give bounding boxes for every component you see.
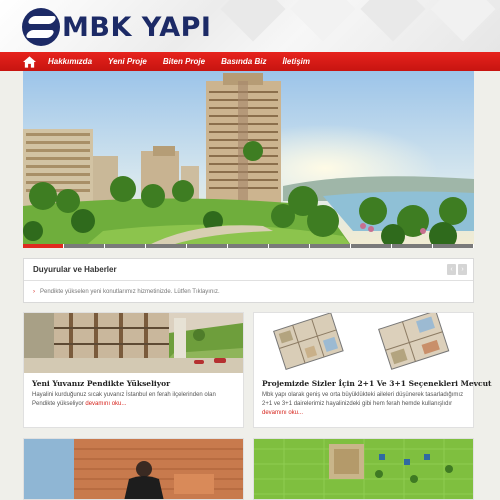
slider-dot[interactable]	[146, 244, 187, 248]
hero-slide-image	[23, 71, 474, 248]
news-card-image[interactable]	[253, 438, 474, 500]
card-body-text: Mbk yapı olarak geniş ve orta büyüklükte…	[262, 392, 464, 407]
slider-dot[interactable]	[351, 244, 392, 248]
bullet-icon: ›	[33, 289, 35, 295]
nav-item-biten-proje[interactable]: Biten Proje	[163, 57, 205, 66]
header-decoration	[220, 0, 286, 42]
header-decoration	[360, 0, 426, 42]
read-more-link[interactable]: devamını oku...	[85, 401, 126, 407]
news-arrows: ‹ ›	[447, 264, 467, 275]
nav-item-iletisim[interactable]: İletişim	[282, 57, 310, 66]
slider-dot[interactable]	[269, 244, 310, 248]
slider-progress[interactable]	[23, 244, 474, 248]
news-box: Duyurular ve Haberler ‹ › › Pendikte yüks…	[23, 258, 474, 303]
site-logo[interactable]: MBK YAPI	[22, 8, 211, 46]
card-image	[24, 313, 243, 373]
logo-text: MBK YAPI	[62, 11, 212, 43]
slider-dot[interactable]	[23, 244, 64, 248]
news-card-image[interactable]	[23, 438, 244, 500]
header-decoration	[430, 0, 496, 42]
slider-dot[interactable]	[228, 244, 269, 248]
logo-mark-icon	[22, 8, 60, 46]
slider-dot[interactable]	[187, 244, 228, 248]
site-header: MBK YAPI	[0, 0, 500, 52]
news-card[interactable]: Projemizde Sizler İçin 2+1 Ve 3+1 Seçene…	[253, 312, 492, 428]
main-nav: Hakkımızda Yeni Proje Biten Proje Basınd…	[0, 52, 500, 71]
slider-dot[interactable]	[310, 244, 351, 248]
nav-item-hakkimizda[interactable]: Hakkımızda	[48, 57, 92, 66]
card-body: Mbk yapı olarak geniş ve orta büyüklükte…	[262, 391, 470, 418]
nav-item-yeni-proje[interactable]: Yeni Proje	[108, 57, 147, 66]
slider-dot[interactable]	[392, 244, 433, 248]
slider-dot[interactable]	[433, 244, 474, 248]
slider-dot[interactable]	[64, 244, 105, 248]
slider-dot[interactable]	[105, 244, 146, 248]
card-title[interactable]: Yeni Yuvanız Pendikte Yükseliyor	[32, 379, 170, 388]
header-decoration	[290, 0, 356, 42]
news-item-text: Pendikte yükselen yeni konutlarımız hizm…	[40, 289, 220, 295]
news-divider	[24, 280, 473, 281]
chevron-right-icon[interactable]: ›	[458, 264, 467, 275]
hero-slider[interactable]	[23, 71, 474, 248]
home-icon[interactable]	[18, 52, 40, 71]
news-item[interactable]: › Pendikte yükselen yeni konutlarımız hiz…	[33, 289, 220, 295]
news-card[interactable]: Yeni Yuvanız Pendikte Yükseliyor Hayalin…	[23, 312, 244, 428]
nav-item-basinda-biz[interactable]: Basında Biz	[221, 57, 266, 66]
chevron-left-icon[interactable]: ‹	[447, 264, 456, 275]
card-body: Hayalini kurduğunuz sıcak yuvanız İstanb…	[32, 391, 240, 409]
card-image	[254, 313, 473, 373]
read-more-link[interactable]: devamını oku...	[262, 410, 303, 416]
card-title[interactable]: Projemizde Sizler İçin 2+1 Ve 3+1 Seçene…	[262, 379, 492, 388]
news-title: Duyurular ve Haberler	[33, 265, 117, 274]
